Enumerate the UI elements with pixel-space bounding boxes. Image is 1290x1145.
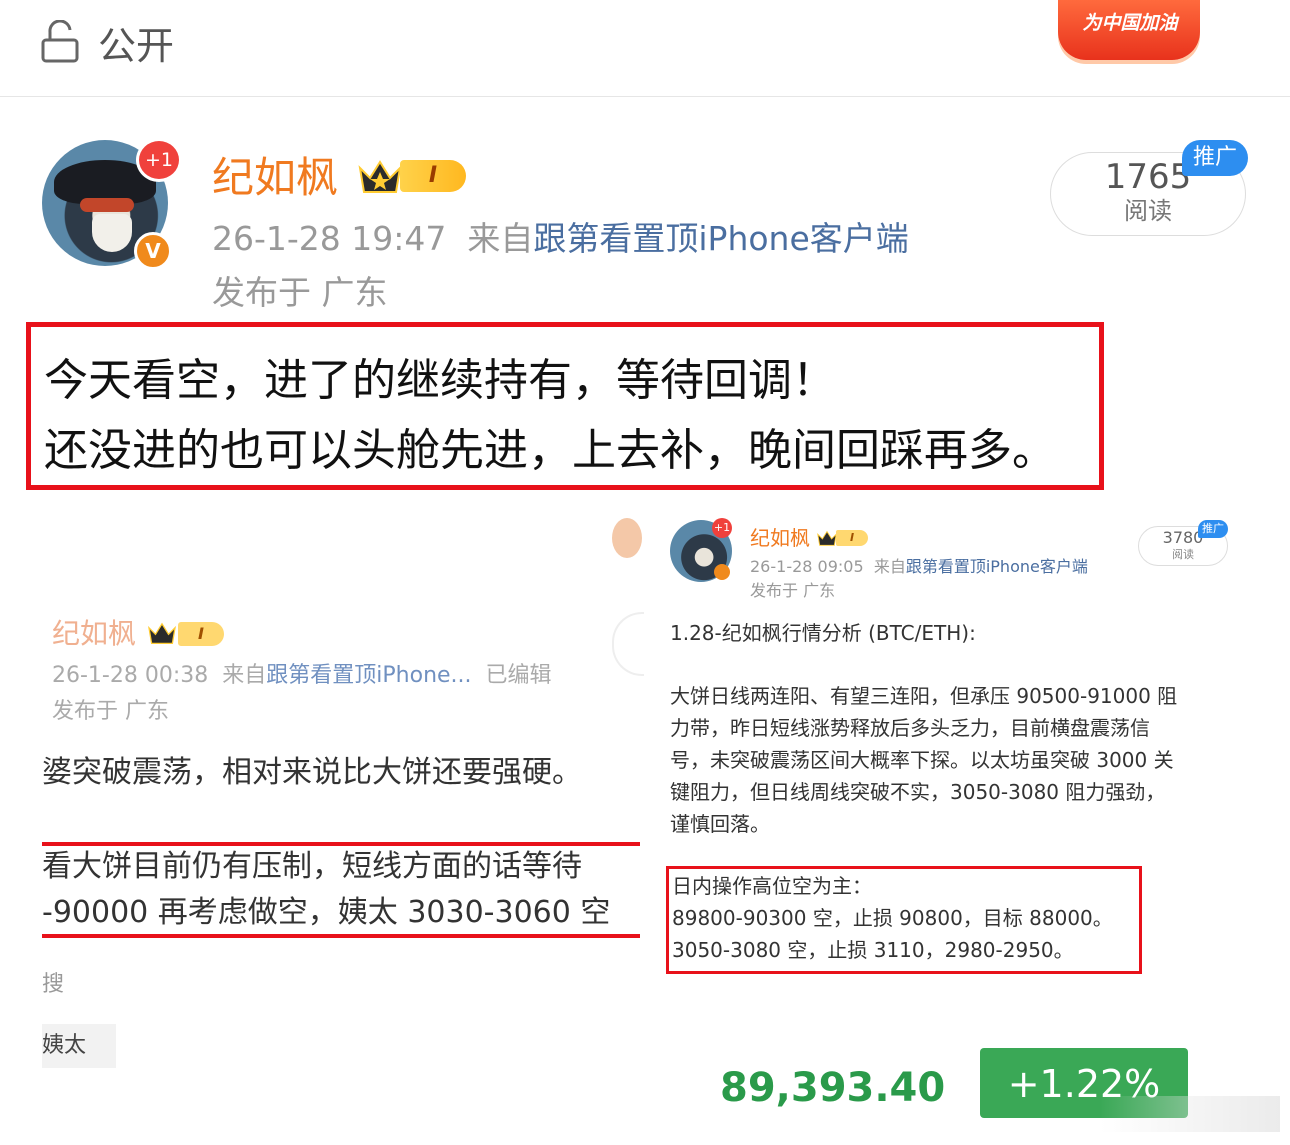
username[interactable]: 纪如枫 [212,150,338,206]
embedded-time: 26-1-28 09:05 [750,557,864,576]
embedded-source: 跟第看置顶iPhone客户端 [905,557,1088,576]
embedded-location: 发布于 广东 [52,699,169,724]
from-prefix: 来自 [222,663,267,688]
crown-icon [148,622,176,645]
watermark [1100,1096,1280,1132]
operation-line: 89800-90300 空，止损 90800，目标 88000。 [672,906,1113,930]
embedded-screenshot-left[interactable] [42,520,640,1080]
analysis-paragraph: 大饼日线两连阳、有望三连阳，但承压 90500-91000 阻 力带，昨日短线涨… [670,680,1230,840]
embedded-text-3: -90000 再考虑做空，姨太 3030-3060 空 [42,895,611,930]
analysis-line: 键阻力，但日线周线突破不实，3050-3080 阻力强劲， [670,780,1166,804]
from-prefix: 来自 [873,557,906,576]
decor-icon [612,518,642,558]
post-text-line-2: 还没进的也可以头舱先进，上去补，晚间回踩再多。 [44,425,1056,476]
verified-icon: V [134,232,172,270]
operation-line: 3050-3080 空，止损 3110，2980-2950。 [672,938,1074,962]
search-label: 搜 [42,972,65,997]
cheer-badge-text: 为中国加油 [1082,12,1178,34]
embedded-username: 纪如枫 [750,526,810,550]
from-prefix: 来自 [467,219,534,258]
embedded-meta: 26-1-28 09:05 来自跟第看置顶iPhone客户端 [750,556,1088,578]
vip-level-badge[interactable]: I [400,160,466,192]
visibility-label[interactable]: 公开 [98,20,174,72]
notification-badge[interactable]: +1 [136,138,182,182]
avatar-glasses [80,198,134,212]
topic-tag: 姨太 [42,1024,116,1068]
lock-icon[interactable] [40,20,80,64]
post-text-line-1: 今天看空，进了的继续持有，等待回调！ [44,355,836,406]
analysis-line: 号，未突破震荡区间大概率下探。以太坊虽突破 3000 关 [670,748,1174,772]
analysis-line: 大饼日线两连阳、有望三连阳，但承压 90500-91000 阻 [670,684,1178,708]
embedded-source: 跟第看置顶iPhone... [266,663,472,688]
embedded-text-1: 婆突破震荡，相对来说比大饼还要强硬。 [42,755,582,790]
analysis-line: 谨慎回落。 [670,812,770,836]
analysis-title: 1.28-纪如枫行情分析 (BTC/ETH): [670,621,976,645]
vip-level-badge: I [178,622,224,646]
vip-level-badge: I [836,530,868,546]
post-time: 26-1-28 19:47 [212,219,447,258]
read-label: 阅读 [1124,197,1172,225]
embedded-username: 纪如枫 [52,617,137,650]
operation-line: 日内操作高位空为主： [672,874,872,898]
crown-icon [358,160,402,193]
analysis-line: 力带，昨日短线涨势释放后多头乏力，目前横盘震荡信 [670,716,1150,740]
embedded-time: 26-1-28 00:38 [52,663,209,688]
btc-price: 89,393.40 [720,1065,946,1111]
crown-icon [817,530,837,546]
embedded-meta: 26-1-28 00:38 来自跟第看置顶iPhone... 已编辑 [52,660,552,692]
read-label: 阅读 [1172,548,1194,561]
post-source-link[interactable]: 跟第看置顶iPhone客户端 [533,219,908,258]
embedded-location: 发布于 广东 [750,581,836,600]
operation-plan: 日内操作高位空为主： 89800-90300 空，止损 90800，目标 880… [672,870,1113,966]
embedded-text-2: 看大饼目前仍有压制，短线方面的话等待 [42,849,582,884]
notification-badge: +1 [712,518,732,538]
verified-icon [714,564,730,580]
edited-label: 已编辑 [485,663,552,688]
promote-tag[interactable]: 推广 [1182,140,1248,176]
post-location: 发布于 广东 [212,273,388,312]
post-meta: 26-1-28 19:47 来自跟第看置顶iPhone客户端 [212,216,909,262]
promote-tag: 推广 [1198,520,1228,538]
